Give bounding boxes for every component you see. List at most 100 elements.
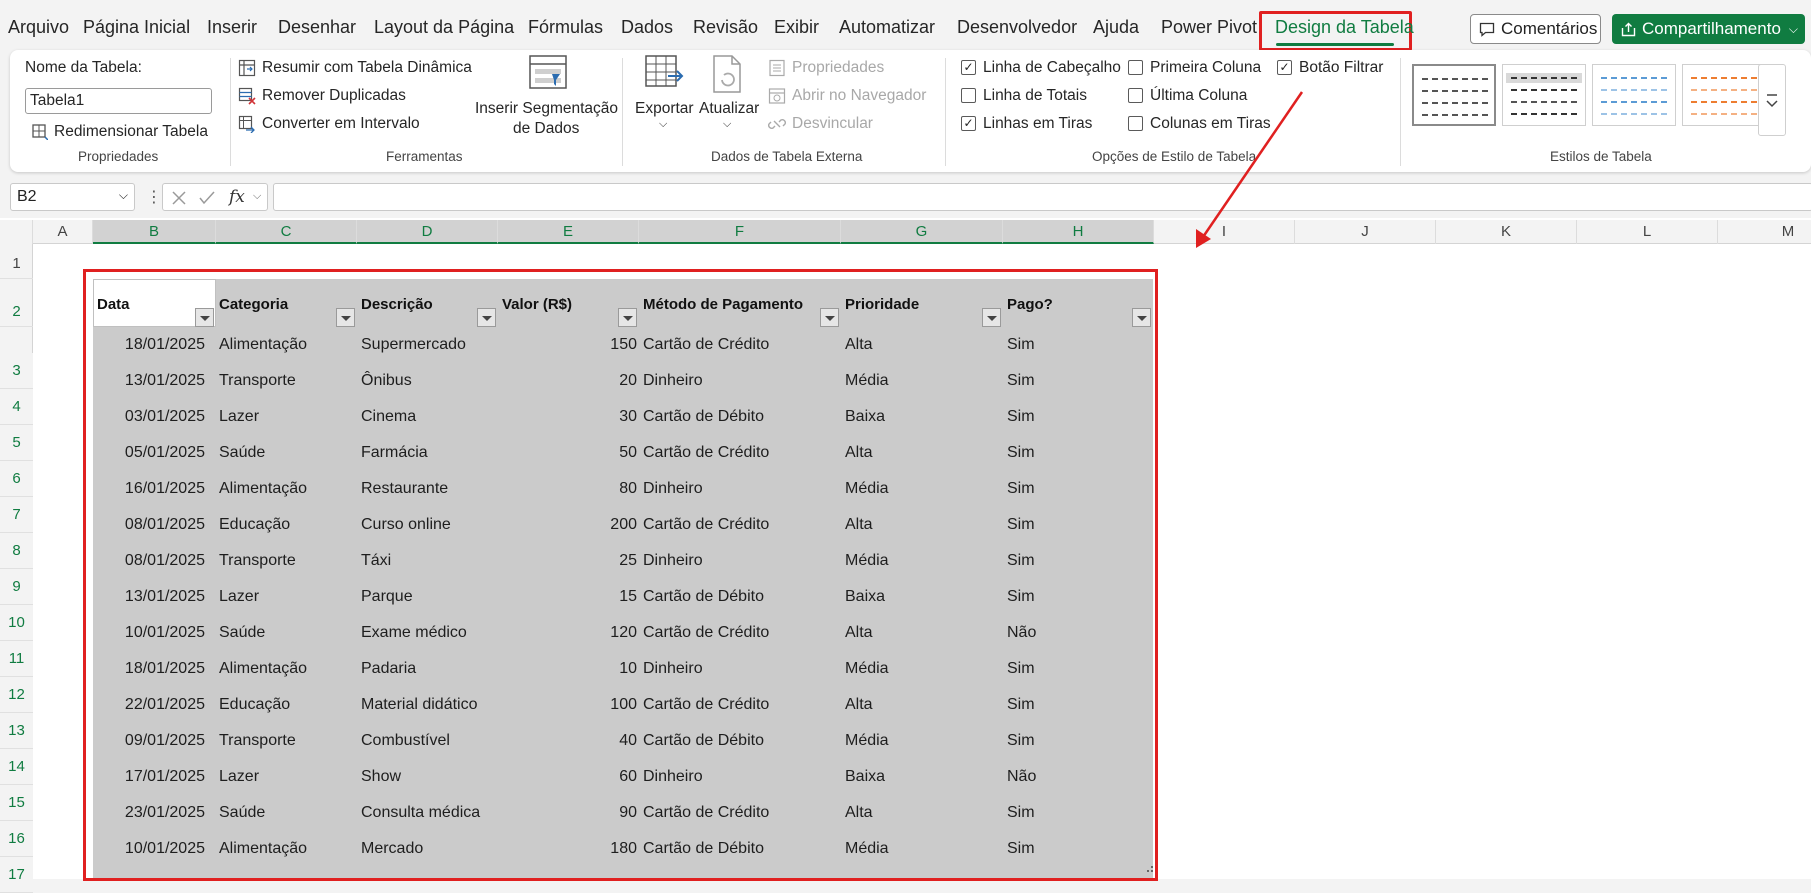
row-header[interactable]: 11 (0, 641, 33, 677)
last-column-checkbox[interactable] (1128, 88, 1143, 103)
more-chevron-icon (1766, 94, 1778, 108)
table-style-light-blue[interactable] (1592, 64, 1676, 126)
row-header[interactable]: 4 (0, 389, 33, 425)
unlink-button[interactable]: Desvincular (792, 115, 873, 133)
row-header[interactable]: 8 (0, 533, 33, 569)
group-label-tools: Ferramentas (386, 149, 463, 164)
tab-exibir[interactable]: Exibir (774, 17, 819, 38)
column-header[interactable]: J (1295, 220, 1436, 244)
row-header[interactable]: 2 (0, 279, 33, 327)
share-label: Compartilhamento (1642, 19, 1781, 38)
tab-desenvolvedor[interactable]: Desenvolvedor (957, 17, 1077, 38)
banded-rows-label: Linhas em Tiras (983, 115, 1093, 132)
column-header[interactable]: G (841, 220, 1003, 244)
row-header[interactable]: 12 (0, 677, 33, 713)
table-style-light-gray[interactable] (1502, 64, 1586, 126)
unlink-icon (768, 119, 786, 129)
column-header[interactable]: E (498, 220, 639, 244)
table-resize-handle[interactable] (1147, 866, 1153, 872)
row-header[interactable]: 9 (0, 569, 33, 605)
header-row-checkbox[interactable]: ✓ (961, 60, 976, 75)
table-style-none[interactable] (1412, 64, 1496, 126)
row-header[interactable]: 10 (0, 605, 33, 641)
tab-dados[interactable]: Dados (621, 17, 673, 38)
formula-input[interactable] (273, 183, 1811, 211)
menu-bar: Arquivo Página Inicial Inserir Desenhar … (0, 0, 1811, 51)
enter-icon[interactable] (199, 190, 215, 206)
active-tab-underline (1276, 43, 1394, 46)
row-header[interactable]: 16 (0, 821, 33, 857)
tab-inserir[interactable]: Inserir (207, 17, 257, 38)
tab-layout-da-pagina[interactable]: Layout da Página (374, 17, 514, 38)
column-header[interactable]: M (1718, 220, 1811, 244)
resize-table-icon (32, 124, 48, 140)
export-button[interactable]: Exportar (635, 100, 694, 118)
refresh-button[interactable]: Atualizar (699, 100, 759, 118)
column-header[interactable]: B (93, 220, 216, 244)
group-label-table-styles: Estilos de Tabela (1550, 149, 1652, 164)
tab-revisao[interactable]: Revisão (693, 17, 758, 38)
column-header[interactable]: L (1577, 220, 1718, 244)
tab-ajuda[interactable]: Ajuda (1093, 17, 1139, 38)
filter-button-checkbox[interactable]: ✓ (1277, 60, 1292, 75)
tab-automatizar[interactable]: Automatizar (839, 17, 935, 38)
properties-icon (769, 59, 785, 77)
tab-desenhar[interactable]: Desenhar (278, 17, 356, 38)
table-style-light-orange[interactable] (1682, 64, 1766, 126)
total-row-checkbox[interactable] (961, 88, 976, 103)
group-label-style-options: Opções de Estilo de Tabela (1092, 149, 1257, 164)
insert-function-icon[interactable]: fx (229, 187, 245, 207)
select-all-corner[interactable] (0, 220, 33, 244)
column-header[interactable]: K (1436, 220, 1577, 244)
properties-button[interactable]: Propriedades (792, 59, 884, 77)
tab-pagina-inicial[interactable]: Página Inicial (83, 17, 190, 38)
column-header[interactable]: A (33, 220, 93, 244)
table-styles-more-button[interactable] (1758, 64, 1786, 136)
remove-duplicates-button[interactable]: Remover Duplicadas (262, 87, 406, 105)
row-header[interactable]: 15 (0, 785, 33, 821)
resize-table-button[interactable]: Redimensionar Tabela (54, 123, 208, 141)
open-browser-button[interactable]: Abrir no Navegador (792, 87, 926, 105)
banded-rows-checkbox[interactable]: ✓ (961, 116, 976, 131)
share-button[interactable]: Compartilhamento ⌵ (1612, 14, 1805, 44)
insert-slicer-button[interactable]: Inserir Segmentação (475, 100, 618, 118)
comments-button[interactable]: Comentários (1470, 14, 1601, 44)
column-header[interactable]: C (216, 220, 357, 244)
row-header[interactable]: 6 (0, 461, 33, 497)
row-header[interactable]: 14 (0, 749, 33, 785)
tab-arquivo[interactable]: Arquivo (8, 17, 69, 38)
header-row-label: Linha de Cabeçalho (983, 59, 1121, 76)
tab-formulas[interactable]: Fórmulas (528, 17, 603, 38)
more-options-icon[interactable]: ⋮ (146, 187, 162, 207)
pivot-summary-button[interactable]: Resumir com Tabela Dinâmica (262, 59, 472, 77)
chevron-down-icon: ⌵ (659, 118, 668, 130)
tab-design-da-tabela[interactable]: Design da Tabela (1275, 17, 1414, 38)
formula-bar: B2 ⌵ ⋮ fx ⌵ (0, 180, 1811, 214)
banded-columns-checkbox[interactable] (1128, 116, 1143, 131)
column-headers: A B C D E F G H I J K L M (0, 220, 1811, 244)
worksheet-grid: A B C D E F G H I J K L M 1 2 3 4 5 6 7 8 9 10 1… (0, 218, 1811, 893)
row-header[interactable]: 5 (0, 425, 33, 461)
comments-label: Comentários (1501, 19, 1598, 38)
row-header[interactable]: 7 (0, 497, 33, 533)
ribbon: Nome da Tabela: Tabela1 Redimensionar Ta… (10, 50, 1811, 172)
row-header[interactable]: 3 (0, 353, 33, 389)
column-header[interactable]: I (1154, 220, 1295, 244)
name-box[interactable]: B2 ⌵ (10, 183, 135, 211)
tab-power-pivot[interactable]: Power Pivot (1161, 17, 1257, 38)
convert-range-button[interactable]: Converter em Intervalo (262, 115, 420, 133)
row-header[interactable]: 13 (0, 713, 33, 749)
insert-slicer-button-line2[interactable]: de Dados (513, 120, 579, 138)
first-column-checkbox[interactable] (1128, 60, 1143, 75)
group-label-external-data: Dados de Tabela Externa (711, 149, 863, 164)
column-header[interactable]: F (639, 220, 841, 244)
cancel-icon[interactable] (171, 190, 187, 206)
column-header[interactable]: D (357, 220, 498, 244)
row-header[interactable]: 1 (0, 244, 33, 279)
total-row-label: Linha de Totais (983, 87, 1087, 104)
row-header[interactable]: 17 (0, 857, 33, 893)
table-name-input[interactable]: Tabela1 (25, 88, 212, 114)
column-header[interactable]: H (1003, 220, 1154, 244)
table-highlight-outline (83, 269, 1158, 881)
open-browser-icon (768, 88, 786, 104)
